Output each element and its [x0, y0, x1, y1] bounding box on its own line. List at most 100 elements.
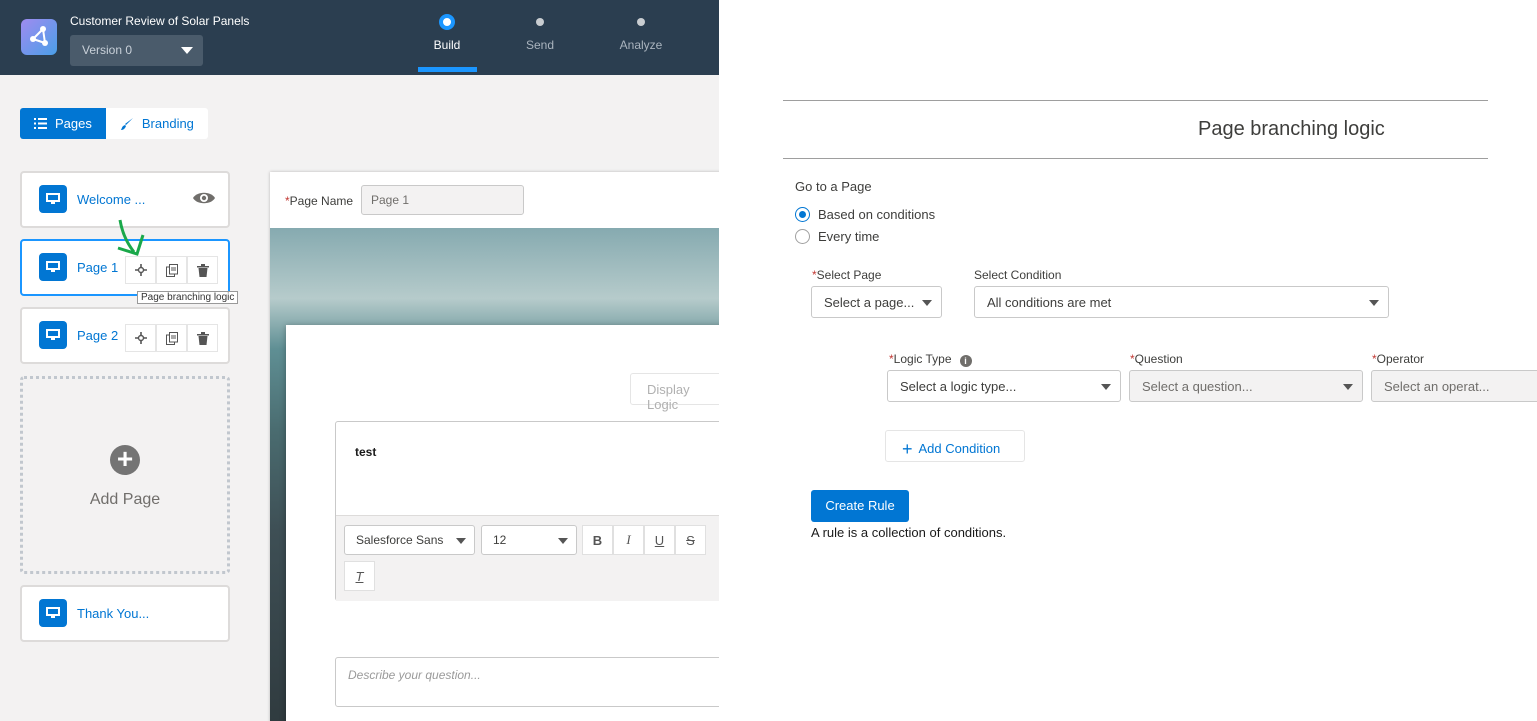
logic-type-dropdown[interactable]: Select a logic type...	[887, 370, 1121, 402]
survey-builder: Customer Review of Solar Panels Version …	[0, 0, 719, 721]
page-name-label: *Page Name	[285, 194, 354, 208]
chevron-down-icon	[558, 538, 568, 544]
go-to-page-label: Go to a Page	[795, 179, 872, 194]
branching-logic-button[interactable]	[125, 324, 156, 352]
add-circle-icon: +	[110, 445, 140, 475]
duplicate-page-button[interactable]	[156, 324, 187, 352]
logic-type-value: Select a logic type...	[900, 379, 1017, 394]
select-condition-dropdown[interactable]: All conditions are met	[974, 286, 1389, 318]
question-card: Display Logic test Salesforce Sans 12 B …	[286, 325, 719, 721]
page-card-page-2[interactable]: Page 2	[20, 307, 230, 364]
operator-value: Select an operat...	[1384, 379, 1490, 394]
operator-label: *Operator	[1372, 352, 1425, 366]
add-condition-label: Add Condition	[918, 441, 1001, 456]
branching-icon	[134, 332, 147, 344]
pages-tab[interactable]: Pages	[20, 108, 106, 139]
bold-button[interactable]: B	[582, 525, 613, 555]
copy-icon	[165, 263, 178, 277]
page-name-input[interactable]: Page 1	[361, 185, 524, 215]
clear-format-icon: T	[355, 568, 364, 584]
version-select[interactable]: Version 0	[70, 35, 203, 66]
font-size-value: 12	[493, 533, 507, 547]
italic-button[interactable]: I	[613, 525, 644, 555]
info-icon[interactable]: i	[959, 355, 972, 367]
annotation-arrow-icon	[117, 219, 145, 256]
italic-icon: I	[626, 532, 631, 547]
divider	[783, 158, 1488, 159]
strikethrough-icon: S	[686, 532, 695, 548]
branding-tab-label: Branding	[141, 116, 194, 131]
question-text[interactable]: test	[355, 445, 376, 459]
trash-icon	[196, 331, 209, 345]
branching-logic-tooltip: Page branching logic	[137, 291, 239, 304]
radio-label: Based on conditions	[818, 207, 936, 222]
question-dropdown[interactable]: Select a question...	[1129, 370, 1363, 402]
plus-icon: +	[902, 439, 913, 459]
radio-checked-icon	[795, 207, 810, 222]
question-value: Select a question...	[1142, 379, 1253, 394]
chevron-down-icon	[1101, 384, 1111, 390]
delete-page-button[interactable]	[187, 324, 218, 352]
brush-icon	[120, 117, 133, 130]
page-card-label: Thank You...	[77, 606, 150, 621]
logic-type-label: *Logic Type i	[889, 352, 972, 367]
font-size-select[interactable]: 12	[481, 525, 577, 555]
divider	[783, 100, 1488, 101]
rule-help-text: A rule is a collection of conditions.	[811, 525, 1007, 540]
page-card-label: Page 2	[77, 328, 119, 343]
rich-text-editor[interactable]: test Salesforce Sans 12 B I U S T	[335, 421, 719, 601]
step-send[interactable]: Send	[505, 14, 575, 52]
page-editor-panel: *Page Name Page 1 Display Logic test Sal…	[270, 172, 719, 721]
list-icon	[34, 118, 47, 129]
step-label: Send	[525, 38, 555, 52]
trash-icon	[196, 263, 209, 277]
branching-icon	[134, 264, 147, 276]
branding-tab[interactable]: Branding	[105, 108, 208, 139]
delete-page-button[interactable]	[187, 256, 218, 284]
page-card-thank-you[interactable]: Thank You...	[20, 585, 230, 642]
copy-icon	[165, 331, 178, 345]
editor-toolbar: Salesforce Sans 12 B I U S T	[336, 515, 719, 601]
step-build[interactable]: Build	[412, 14, 482, 52]
select-page-value: Select a page...	[824, 295, 915, 310]
bold-icon: B	[592, 532, 603, 548]
step-indicator-icon	[637, 18, 645, 26]
active-step-underline	[418, 67, 477, 72]
question-label: *Question	[1130, 352, 1183, 366]
monitor-icon	[39, 321, 67, 349]
operator-dropdown[interactable]: Select an operat...	[1371, 370, 1537, 402]
page-card-actions	[125, 324, 218, 352]
step-analyze[interactable]: Analyze	[606, 14, 676, 52]
strikethrough-button[interactable]: S	[675, 525, 706, 555]
chevron-down-icon	[181, 47, 193, 54]
display-logic-button[interactable]: Display Logic	[630, 373, 719, 412]
duplicate-page-button[interactable]	[156, 256, 187, 284]
top-header: Customer Review of Solar Panels Version …	[0, 0, 719, 75]
page-card-label: Welcome ...	[77, 192, 146, 207]
branching-logic-panel: Page branching logic Go to a Page Based …	[719, 0, 1537, 721]
monitor-icon	[39, 253, 67, 281]
underline-icon: U	[654, 532, 665, 548]
question-description-input[interactable]: Describe your question...	[335, 657, 719, 707]
chevron-down-icon	[922, 300, 932, 306]
select-page-label: *Select Page	[812, 268, 882, 282]
create-rule-button[interactable]: Create Rule	[811, 490, 909, 522]
pages-tab-label: Pages	[55, 116, 92, 131]
pages-branding-toggle: Pages Branding	[20, 108, 208, 139]
radio-label: Every time	[818, 229, 880, 244]
version-value: Version 0	[82, 43, 133, 57]
monitor-icon	[39, 185, 67, 213]
step-label: Analyze	[619, 38, 663, 52]
add-page-button[interactable]: + Add Page	[20, 376, 230, 574]
radio-every-time[interactable]: Every time	[795, 229, 879, 244]
underline-button[interactable]: U	[644, 525, 675, 555]
font-family-select[interactable]: Salesforce Sans	[344, 525, 475, 555]
radio-unchecked-icon	[795, 229, 810, 244]
radio-based-on-conditions[interactable]: Based on conditions	[795, 207, 935, 222]
add-page-label: Add Page	[89, 491, 161, 508]
add-condition-button[interactable]: + Add Condition	[885, 430, 1025, 462]
panel-title: Page branching logic	[1198, 118, 1385, 140]
select-page-dropdown[interactable]: Select a page...	[811, 286, 942, 318]
clear-format-button[interactable]: T	[344, 561, 375, 591]
eye-icon[interactable]	[192, 190, 216, 206]
